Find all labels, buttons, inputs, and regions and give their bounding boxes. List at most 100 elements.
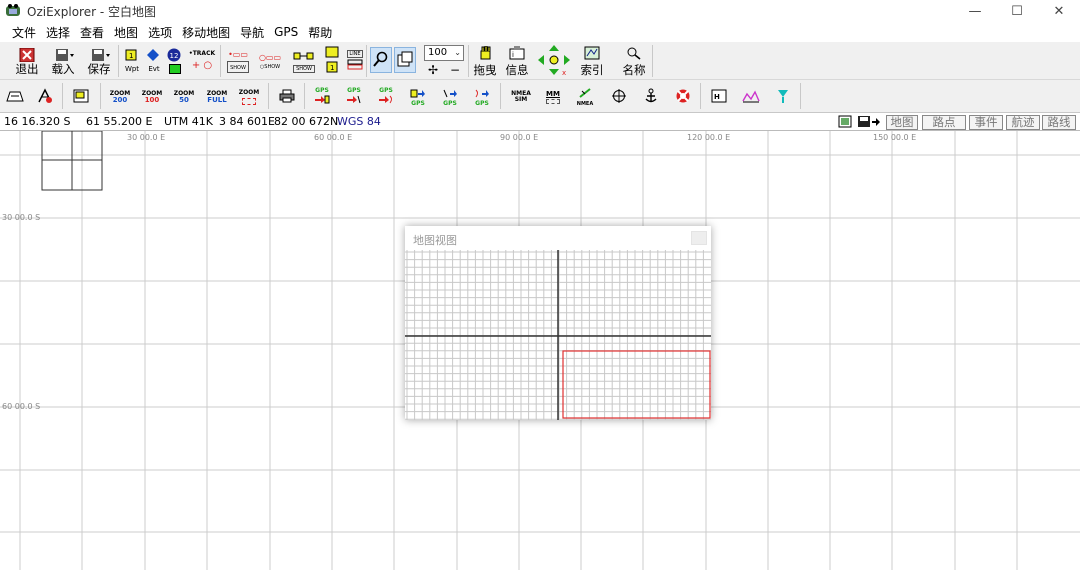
- crosshair-icon: [611, 88, 627, 107]
- move-map-button[interactable]: x: [536, 44, 572, 78]
- close-button[interactable]: ✕: [1038, 0, 1080, 22]
- minimize-button[interactable]: —: [954, 0, 996, 22]
- waypoints-show-icon: •▭▭: [228, 49, 248, 59]
- menu-help[interactable]: 帮助: [308, 24, 332, 41]
- info-card-icon: i: [509, 46, 525, 63]
- map-view-window[interactable]: 地图视图: [405, 226, 711, 420]
- position-button[interactable]: [608, 86, 630, 108]
- svg-text:i: i: [512, 51, 514, 59]
- save-list-button[interactable]: [856, 115, 881, 130]
- zoom-rect-button[interactable]: ZOOM: [236, 86, 262, 108]
- save-button[interactable]: 保存: [86, 46, 112, 76]
- menu-options[interactable]: 选项: [148, 24, 172, 41]
- menu-navigate[interactable]: 导航: [240, 24, 264, 41]
- nmea-button[interactable]: NMEA: [574, 86, 596, 108]
- name-search-button[interactable]: 名称: [619, 46, 649, 76]
- gps-upload-track-button[interactable]: GPS: [471, 86, 493, 108]
- tab-routes[interactable]: 路线: [1042, 115, 1076, 130]
- menu-file[interactable]: 文件: [12, 24, 36, 41]
- track-button[interactable]: •TRACK + ○: [189, 46, 215, 76]
- zoom-200-button[interactable]: ZOOM 200: [108, 86, 132, 108]
- map-view-title: 地图视图: [413, 234, 457, 247]
- magnifier-icon: [373, 51, 389, 70]
- waypoint-list-button[interactable]: 1: [322, 46, 342, 76]
- menu-map[interactable]: 地图: [114, 24, 138, 41]
- index-button[interactable]: 索引: [579, 46, 605, 76]
- plus-circle-icon: + ○: [191, 60, 213, 71]
- diamond-icon: [146, 48, 162, 62]
- map-view-button[interactable]: [394, 47, 416, 73]
- profile-button[interactable]: [740, 86, 762, 108]
- gps-upload-waypoints-button[interactable]: GPS: [407, 86, 429, 108]
- waypoint-button[interactable]: 1 Wpt: [122, 46, 142, 76]
- move-arrows-icon: x: [537, 44, 571, 79]
- zoom-in-button[interactable]: ✢: [425, 63, 441, 77]
- zoom-50-button[interactable]: ZOOM 50: [172, 86, 196, 108]
- tab-events[interactable]: 事件: [969, 115, 1003, 130]
- title-bar: OziExplorer - 空白地图 — ☐ ✕: [0, 0, 1080, 22]
- secondary-toolbar: ZOOM 200 ZOOM 100 ZOOM 50 ZOOM FULL ZOOM…: [0, 80, 1080, 113]
- utm-zone-readout: UTM 41K: [164, 115, 213, 128]
- maximize-button[interactable]: ☐: [996, 0, 1038, 22]
- print-button[interactable]: [276, 86, 298, 108]
- floppy-icon: [857, 116, 880, 127]
- gps-track-button[interactable]: GPS: [375, 86, 397, 108]
- height-button[interactable]: H: [708, 86, 730, 108]
- waypoint-upload-icon: [410, 88, 426, 101]
- grid-button[interactable]: [34, 86, 56, 108]
- window-title: OziExplorer - 空白地图: [27, 4, 157, 19]
- waypoint-small-icon: 1: [325, 61, 339, 76]
- zoom-full-button[interactable]: ZOOM FULL: [204, 86, 230, 108]
- show-events-button[interactable]: ○▭▭ ○SHOW: [256, 46, 284, 76]
- map-view-titlebar[interactable]: 地图视图: [405, 226, 711, 250]
- exit-button[interactable]: 退出: [14, 46, 40, 76]
- zoom-out-button[interactable]: −: [447, 63, 463, 77]
- altitude-icon: H: [711, 89, 727, 106]
- drag-button[interactable]: 拖曳: [472, 45, 498, 76]
- datum-readout: WGS 84: [337, 115, 381, 128]
- moving-map-icon: [546, 98, 560, 104]
- menu-move-map[interactable]: 移动地图: [182, 24, 230, 41]
- event-button[interactable]: Evt: [145, 46, 163, 76]
- moving-map-button[interactable]: MM: [540, 86, 566, 108]
- tab-tracks[interactable]: 航迹: [1006, 115, 1040, 130]
- man-overboard-button[interactable]: [672, 86, 694, 108]
- route-upload-icon: [442, 88, 458, 101]
- print-map-button[interactable]: [4, 86, 26, 108]
- grid-icon: [36, 87, 54, 107]
- overview-grid[interactable]: [405, 250, 711, 420]
- anchor-icon: [643, 88, 659, 107]
- tab-waypoints[interactable]: 路点: [922, 115, 966, 130]
- printer-icon: [279, 89, 295, 106]
- map-window-button[interactable]: [70, 86, 92, 108]
- save-image-button[interactable]: [837, 115, 852, 130]
- track-upload-icon: [474, 88, 490, 101]
- index-box: [41, 131, 103, 191]
- svg-text:1: 1: [330, 64, 334, 72]
- zoom-level-select[interactable]: 100 ⌄: [424, 45, 464, 61]
- show-routes-button[interactable]: SHOW: [290, 46, 318, 76]
- gps-download-icon: [314, 94, 330, 107]
- gps-upload-route-button[interactable]: GPS: [439, 86, 461, 108]
- zoom-100-button[interactable]: ZOOM 100: [140, 86, 164, 108]
- line-button[interactable]: LINE: [344, 46, 366, 76]
- load-button[interactable]: 载入: [50, 46, 76, 76]
- info-button[interactable]: i 信息: [504, 46, 530, 76]
- zoom-rect-icon: [242, 97, 256, 105]
- menu-select[interactable]: 选择: [46, 24, 70, 41]
- green-square-icon: [169, 64, 181, 74]
- gps-put-waypoints-button[interactable]: GPS: [343, 86, 365, 108]
- menu-view[interactable]: 查看: [80, 24, 104, 41]
- route-show-icon: [293, 49, 315, 64]
- show-waypoints-button[interactable]: •▭▭ SHOW: [224, 46, 252, 76]
- gps-get-waypoints-button[interactable]: GPS: [311, 86, 333, 108]
- menu-gps[interactable]: GPS: [274, 25, 298, 39]
- marker-button[interactable]: [772, 86, 794, 108]
- tab-map[interactable]: 地图: [886, 115, 918, 130]
- map-view-close-button[interactable]: [691, 231, 707, 245]
- find-button[interactable]: [370, 47, 392, 73]
- nmea-sim-button[interactable]: NMEA SIM: [508, 86, 534, 108]
- anchor-button[interactable]: [640, 86, 662, 108]
- route-button[interactable]: 12: [166, 46, 184, 76]
- gps-route-icon: [346, 94, 362, 107]
